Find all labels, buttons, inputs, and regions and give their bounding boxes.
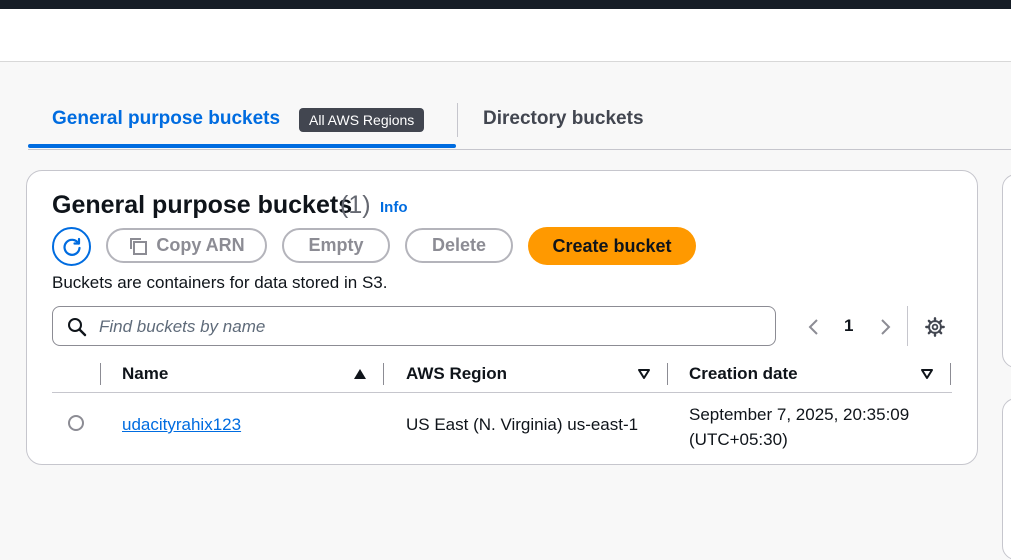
- tab-general-purpose-buckets[interactable]: General purpose buckets: [52, 108, 280, 130]
- copy-icon: [130, 237, 148, 255]
- info-link[interactable]: Info: [380, 199, 408, 216]
- column-header-name[interactable]: Name: [122, 364, 168, 384]
- delete-button[interactable]: Delete: [405, 228, 513, 263]
- bucket-creation-date: September 7, 2025, 20:35:09 (UTC+05:30): [689, 402, 909, 452]
- search-input[interactable]: [97, 314, 761, 340]
- bucket-count: (1): [340, 191, 371, 219]
- refresh-button[interactable]: [52, 227, 91, 266]
- sort-ascending-icon[interactable]: [353, 368, 367, 380]
- tab-divider: [457, 103, 458, 137]
- tabs-baseline: [28, 149, 1011, 150]
- search-icon: [68, 318, 87, 337]
- chevron-left-icon[interactable]: [806, 318, 822, 336]
- creation-date-line1: September 7, 2025, 20:35:09: [689, 405, 910, 424]
- column-divider[interactable]: [667, 363, 668, 385]
- create-bucket-button[interactable]: Create bucket: [528, 227, 696, 265]
- table-header-rule: [52, 392, 952, 393]
- tab-directory-buckets[interactable]: Directory buckets: [483, 108, 644, 130]
- header-band: [0, 9, 1011, 62]
- empty-button[interactable]: Empty: [282, 228, 390, 263]
- chevron-right-icon[interactable]: [877, 318, 893, 336]
- bucket-name-link[interactable]: udacityrahix123: [122, 415, 241, 435]
- side-panel: [1002, 174, 1011, 368]
- all-regions-badge: All AWS Regions: [299, 108, 425, 132]
- search-field[interactable]: [52, 306, 776, 346]
- side-panel-secondary: [1002, 398, 1011, 560]
- row-select-radio[interactable]: [68, 415, 84, 431]
- column-divider: [100, 363, 101, 385]
- top-nav-bar: [0, 0, 1011, 9]
- current-page-number[interactable]: 1: [844, 316, 853, 336]
- panel-description: Buckets are containers for data stored i…: [52, 273, 388, 292]
- copy-arn-button[interactable]: Copy ARN: [106, 228, 267, 263]
- bucket-region: US East (N. Virginia) us-east-1: [406, 415, 639, 434]
- column-header-region[interactable]: AWS Region: [406, 364, 507, 384]
- column-header-creation-date[interactable]: Creation date: [689, 364, 798, 384]
- creation-date-line2: (UTC+05:30): [689, 430, 788, 449]
- column-divider[interactable]: [950, 363, 951, 385]
- sort-descending-icon[interactable]: [920, 368, 934, 380]
- sort-descending-icon[interactable]: [637, 368, 651, 380]
- column-divider[interactable]: [383, 363, 384, 385]
- pagination-divider: [907, 306, 908, 346]
- panel-title: General purpose buckets: [52, 191, 353, 219]
- active-tab-indicator: [28, 144, 456, 148]
- settings-icon[interactable]: [924, 316, 946, 338]
- copy-arn-label: Copy ARN: [156, 235, 245, 255]
- refresh-icon: [62, 237, 81, 256]
